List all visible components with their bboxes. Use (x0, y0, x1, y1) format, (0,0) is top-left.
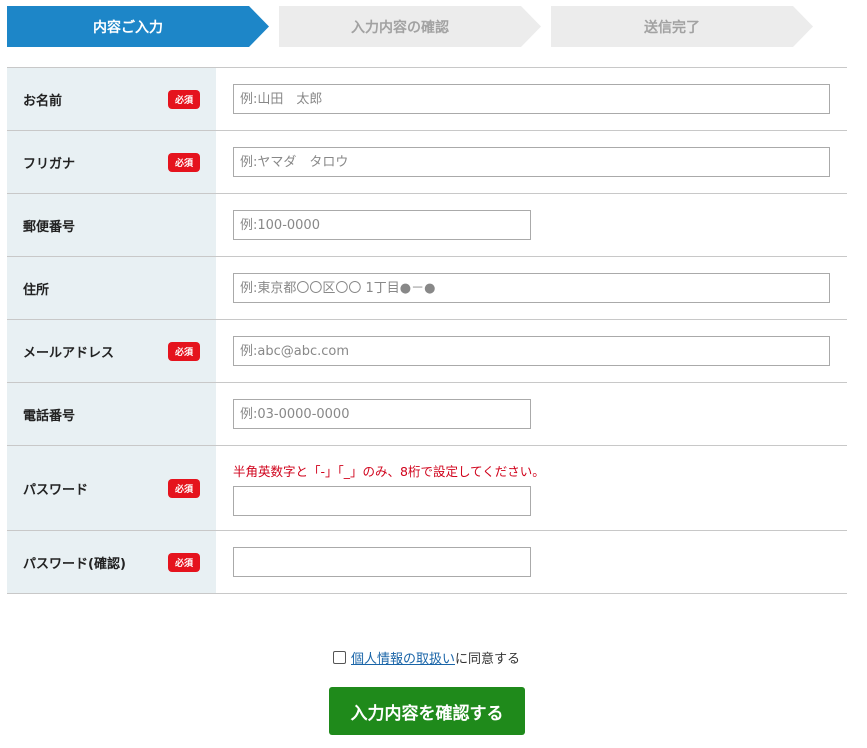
agree-checkbox[interactable] (333, 651, 346, 664)
password-confirm-input[interactable] (233, 547, 531, 577)
postal-input[interactable] (233, 210, 531, 240)
field-input-cell (216, 320, 847, 382)
field-input-cell (216, 531, 847, 593)
phone-label: 電話番号 (23, 408, 76, 424)
required-badge: 必須 (168, 341, 200, 361)
required-badge: 必須 (168, 478, 200, 498)
field-label-cell: パスワード(確認) 必須 (7, 531, 216, 593)
step-confirm: 入力内容の確認 (279, 6, 541, 47)
form-row-postal: 郵便番号 (7, 194, 847, 257)
furigana-input[interactable] (233, 147, 830, 177)
step-input-label: 内容ご入力 (93, 19, 163, 36)
required-badge: 必須 (168, 152, 200, 172)
field-input-cell (216, 383, 847, 445)
contact-form: お名前 必須 フリガナ 必須 郵便番号 (7, 67, 847, 594)
name-input[interactable] (233, 84, 830, 114)
field-label-cell: 郵便番号 (7, 194, 216, 256)
step-confirm-label: 入力内容の確認 (351, 19, 449, 36)
email-input[interactable] (233, 336, 830, 366)
form-page: 内容ご入力 入力内容の確認 送信完了 お名前 必須 フリガナ 必須 (0, 0, 867, 748)
form-row-password: パスワード 必須 半角英数字と「-」「_」のみ、8桁で設定してください。 (7, 446, 847, 531)
password-rule-note: 半角英数字と「-」「_」のみ、8桁で設定してください。 (233, 463, 545, 479)
form-row-phone: 電話番号 (7, 383, 847, 446)
required-badge: 必須 (168, 89, 200, 109)
form-row-email: メールアドレス 必須 (7, 320, 847, 383)
form-row-furigana: フリガナ 必須 (7, 131, 847, 194)
name-label: お名前 (23, 93, 63, 109)
agree-suffix: に同意する (455, 652, 521, 667)
field-label-cell: 電話番号 (7, 383, 216, 445)
field-label-cell: メールアドレス 必須 (7, 320, 216, 382)
email-label: メールアドレス (23, 345, 115, 361)
address-input[interactable] (233, 273, 830, 303)
password-confirm-label: パスワード(確認) (23, 556, 126, 572)
field-input-cell (216, 257, 847, 319)
form-row-password-confirm: パスワード(確認) 必須 (7, 531, 847, 594)
step-complete: 送信完了 (551, 6, 813, 47)
phone-input[interactable] (233, 399, 531, 429)
field-label-cell: 住所 (7, 257, 216, 319)
form-row-address: 住所 (7, 257, 847, 320)
form-row-name: お名前 必須 (7, 68, 847, 131)
privacy-policy-link[interactable]: 個人情報の取扱い (351, 648, 455, 667)
password-label: パスワード (23, 482, 89, 498)
privacy-agree: 個人情報の取扱い に同意する (333, 648, 520, 667)
confirm-submit-button[interactable]: 入力内容を確認する (329, 687, 525, 735)
field-input-cell (216, 194, 847, 256)
required-badge: 必須 (168, 552, 200, 572)
furigana-label: フリガナ (23, 156, 76, 172)
field-label-cell: パスワード 必須 (7, 446, 216, 530)
address-label: 住所 (23, 282, 50, 298)
step-complete-label: 送信完了 (644, 19, 700, 36)
progress-steps: 内容ご入力 入力内容の確認 送信完了 (7, 6, 827, 47)
field-input-cell (216, 68, 847, 130)
field-input-cell (216, 131, 847, 193)
step-input: 内容ご入力 (7, 6, 269, 47)
field-label-cell: フリガナ 必須 (7, 131, 216, 193)
postal-label: 郵便番号 (23, 219, 76, 235)
password-input[interactable] (233, 485, 531, 516)
field-label-cell: お名前 必須 (7, 68, 216, 130)
field-input-cell: 半角英数字と「-」「_」のみ、8桁で設定してください。 (216, 446, 847, 530)
